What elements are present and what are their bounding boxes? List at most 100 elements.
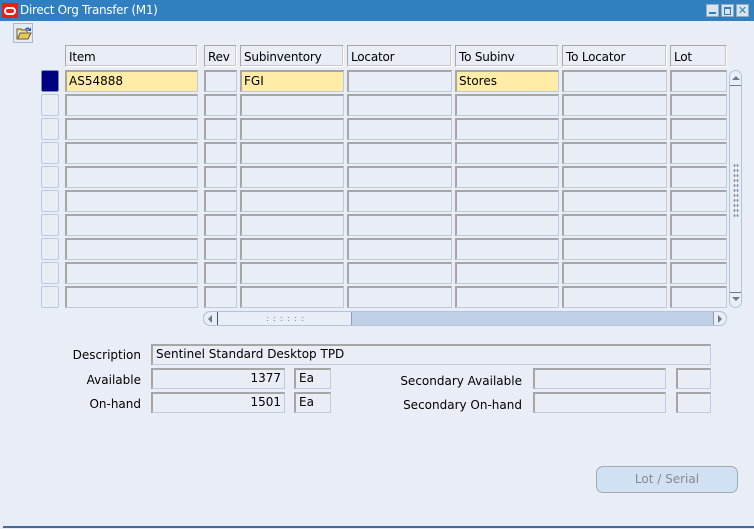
to-subinv-cell[interactable]: [455, 214, 559, 236]
locator-cell[interactable]: [347, 94, 452, 116]
to-subinv-cell[interactable]: [455, 118, 559, 140]
locator-cell[interactable]: [347, 238, 452, 260]
lot-cell[interactable]: [670, 214, 727, 236]
rev-cell[interactable]: [204, 286, 237, 308]
to-locator-cell[interactable]: [562, 214, 667, 236]
item-cell[interactable]: [65, 286, 198, 308]
maximize-icon[interactable]: [721, 4, 734, 17]
subinventory-cell[interactable]: [240, 286, 344, 308]
subinventory-cell[interactable]: [240, 238, 344, 260]
to-subinv-cell[interactable]: [455, 238, 559, 260]
to-subinv-cell[interactable]: Stores: [455, 70, 559, 92]
record-indicator[interactable]: [41, 214, 59, 236]
rev-cell[interactable]: [204, 214, 237, 236]
to-subinv-cell[interactable]: [455, 286, 559, 308]
item-cell[interactable]: [65, 262, 198, 284]
scroll-up-icon[interactable]: [730, 71, 741, 86]
record-indicator[interactable]: [41, 166, 59, 188]
lot-serial-button[interactable]: Lot / Serial: [596, 466, 738, 493]
item-cell[interactable]: [65, 238, 198, 260]
rev-cell[interactable]: [204, 94, 237, 116]
secondary-available-field[interactable]: [533, 368, 666, 389]
lot-cell[interactable]: [670, 70, 727, 92]
scroll-grip-icon[interactable]: [264, 316, 306, 322]
to-locator-cell[interactable]: [562, 118, 667, 140]
record-indicator[interactable]: [41, 238, 59, 260]
to-locator-cell[interactable]: [562, 142, 667, 164]
scroll-left-icon[interactable]: [204, 312, 218, 325]
to-locator-cell[interactable]: [562, 262, 667, 284]
item-cell[interactable]: [65, 142, 198, 164]
lot-cell[interactable]: [670, 190, 727, 212]
description-field[interactable]: Sentinel Standard Desktop TPD: [151, 344, 711, 365]
lot-cell[interactable]: [670, 262, 727, 284]
to-locator-cell[interactable]: [562, 166, 667, 188]
record-indicator[interactable]: [41, 118, 59, 140]
subinventory-cell[interactable]: FGI: [240, 70, 344, 92]
subinventory-cell[interactable]: [240, 214, 344, 236]
locator-cell[interactable]: [347, 70, 452, 92]
to-locator-cell[interactable]: [562, 94, 667, 116]
locator-cell[interactable]: [347, 286, 452, 308]
locator-cell[interactable]: [347, 142, 452, 164]
secondary-onhand-uom-field[interactable]: [676, 392, 711, 413]
item-cell[interactable]: [65, 94, 198, 116]
subinventory-cell[interactable]: [240, 118, 344, 140]
record-indicator[interactable]: [41, 94, 59, 116]
to-subinv-cell[interactable]: [455, 190, 559, 212]
subinventory-cell[interactable]: [240, 94, 344, 116]
item-cell[interactable]: [65, 118, 198, 140]
rev-cell[interactable]: [204, 70, 237, 92]
onhand-uom-field[interactable]: Ea: [294, 392, 331, 413]
scroll-grip-icon[interactable]: [733, 163, 739, 219]
open-folder-button[interactable]: [13, 23, 33, 43]
to-locator-cell[interactable]: [562, 286, 667, 308]
secondary-available-uom-field[interactable]: [676, 368, 711, 389]
locator-cell[interactable]: [347, 262, 452, 284]
available-field[interactable]: 1377: [151, 368, 285, 389]
available-uom-field[interactable]: Ea: [294, 368, 331, 389]
rev-cell[interactable]: [204, 238, 237, 260]
rev-cell[interactable]: [204, 166, 237, 188]
to-subinv-cell[interactable]: [455, 262, 559, 284]
horizontal-scrollbar[interactable]: [203, 311, 727, 326]
to-locator-cell[interactable]: [562, 190, 667, 212]
to-subinv-cell[interactable]: [455, 142, 559, 164]
scroll-down-icon[interactable]: [730, 292, 741, 307]
lot-cell[interactable]: [670, 166, 727, 188]
to-locator-cell[interactable]: [562, 70, 667, 92]
record-indicator[interactable]: [41, 286, 59, 308]
record-indicator[interactable]: [41, 70, 59, 92]
onhand-field[interactable]: 1501: [151, 392, 285, 413]
record-indicator[interactable]: [41, 142, 59, 164]
lot-cell[interactable]: [670, 286, 727, 308]
lot-cell[interactable]: [670, 142, 727, 164]
close-icon[interactable]: ✕: [736, 4, 749, 17]
subinventory-cell[interactable]: [240, 262, 344, 284]
lot-cell[interactable]: [670, 118, 727, 140]
minimize-icon[interactable]: [706, 4, 719, 17]
record-indicator[interactable]: [41, 190, 59, 212]
secondary-onhand-field[interactable]: [533, 392, 666, 413]
subinventory-cell[interactable]: [240, 166, 344, 188]
to-subinv-cell[interactable]: [455, 94, 559, 116]
rev-cell[interactable]: [204, 190, 237, 212]
locator-cell[interactable]: [347, 118, 452, 140]
rev-cell[interactable]: [204, 142, 237, 164]
scroll-right-icon[interactable]: [713, 312, 726, 325]
subinventory-cell[interactable]: [240, 190, 344, 212]
to-subinv-cell[interactable]: [455, 166, 559, 188]
item-cell[interactable]: [65, 166, 198, 188]
rev-cell[interactable]: [204, 262, 237, 284]
item-cell[interactable]: [65, 214, 198, 236]
locator-cell[interactable]: [347, 214, 452, 236]
lot-cell[interactable]: [670, 238, 727, 260]
to-locator-cell[interactable]: [562, 238, 667, 260]
record-indicator[interactable]: [41, 262, 59, 284]
subinventory-cell[interactable]: [240, 142, 344, 164]
vertical-scrollbar[interactable]: [729, 70, 742, 308]
locator-cell[interactable]: [347, 190, 452, 212]
item-cell[interactable]: [65, 190, 198, 212]
rev-cell[interactable]: [204, 118, 237, 140]
item-cell[interactable]: AS54888: [65, 70, 198, 92]
